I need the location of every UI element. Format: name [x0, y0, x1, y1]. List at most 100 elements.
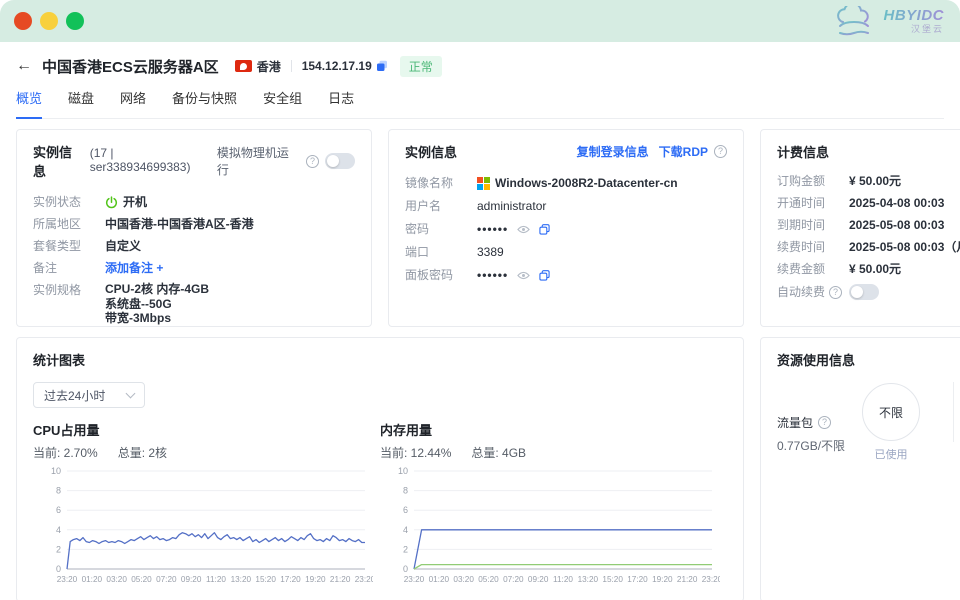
status-badge: 正常: [400, 56, 442, 77]
renew-amount-value: ¥ 50.00元: [849, 261, 901, 277]
sim-physical-toggle[interactable]: [325, 153, 355, 169]
field-label: 所属地区: [33, 216, 105, 232]
memory-usage-chart[interactable]: 024681023:2001:2003:2005:2007:2009:2011:…: [380, 465, 720, 590]
field-label: 端口: [405, 244, 477, 260]
password-value: ••••••: [477, 221, 550, 237]
field-label: 续费时间: [777, 239, 849, 255]
billing-info-panel: 计费信息 订购金额 ¥ 50.00元 开通时间 2025-04-08 00:03…: [760, 129, 960, 327]
resource-panel-title: 资源使用信息: [777, 353, 855, 368]
username-value: administrator: [477, 198, 546, 214]
svg-text:4: 4: [403, 525, 408, 535]
svg-text:09:20: 09:20: [181, 575, 202, 584]
divider: [291, 60, 292, 72]
add-note-link[interactable]: 添加备注 +: [105, 260, 163, 276]
question-circle-icon[interactable]: [829, 286, 842, 299]
tab-backup-snapshot[interactable]: 备份与快照: [172, 88, 237, 118]
tab-security-group[interactable]: 安全组: [263, 88, 302, 118]
sim-physical-label: 模拟物理机运行: [217, 144, 300, 178]
page-header: ← 中国香港ECS云服务器A区 香港 154.12.17.19 正常: [16, 54, 944, 78]
instance-plan-value: 自定义: [105, 238, 141, 254]
svg-text:2: 2: [56, 544, 61, 554]
login-info-panel: 实例信息 复制登录信息 下载RDP 镜像名称 Windows-2008R2-Da…: [388, 129, 744, 327]
svg-text:09:20: 09:20: [528, 575, 549, 584]
instance-status-value: 开机: [105, 194, 147, 210]
info-circle-icon[interactable]: [818, 416, 831, 429]
instance-panel-title: 实例信息: [33, 142, 85, 180]
eye-icon[interactable]: [517, 225, 530, 234]
instance-panel-head: 实例信息 (17 | ser338934699383) 模拟物理机运行: [33, 142, 355, 180]
svg-text:8: 8: [56, 486, 61, 496]
memory-chart-block: 内存用量 当前: 12.44% 总量: 4GB 024681023:2001:2…: [380, 420, 727, 590]
maximize-icon[interactable]: [66, 12, 84, 30]
time-range-value: 过去24小时: [44, 387, 105, 404]
field-label: 镜像名称: [405, 175, 477, 191]
copy-ip-icon[interactable]: [376, 60, 388, 72]
open-time-value: 2025-04-08 00:03: [849, 195, 944, 211]
charts-row: CPU占用量 当前: 2.70% 总量: 2核 024681023:2001:2…: [33, 420, 727, 590]
svg-text:23:20: 23:20: [702, 575, 720, 584]
svg-text:6: 6: [403, 505, 408, 515]
svg-text:4: 4: [56, 525, 61, 535]
tab-logs[interactable]: 日志: [328, 88, 354, 118]
svg-text:23:20: 23:20: [355, 575, 373, 584]
svg-text:21:20: 21:20: [677, 575, 698, 584]
cpu-total-stat: 总量: 2核: [118, 444, 167, 461]
brand-subtitle: 汉堡云: [911, 22, 944, 35]
back-arrow-icon[interactable]: ←: [16, 58, 32, 74]
download-rdp-link[interactable]: 下载RDP: [659, 143, 708, 160]
statistics-panel-title: 统计图表: [33, 353, 85, 368]
time-range-select[interactable]: 过去24小时: [33, 382, 145, 408]
tab-overview[interactable]: 概览: [16, 88, 42, 119]
order-amount-value: ¥ 50.00元: [849, 173, 901, 189]
svg-text:23:20: 23:20: [57, 575, 78, 584]
server-ip: 154.12.17.19: [302, 59, 372, 73]
login-panel-title: 实例信息: [405, 142, 457, 161]
resource-usage-panel: 资源使用信息 流量包 0.77GB/不限 不限 已使用: [760, 337, 960, 600]
minimize-icon[interactable]: [40, 12, 58, 30]
window-titlebar: HBYIDC 汉堡云: [0, 0, 960, 42]
eye-icon[interactable]: [517, 271, 530, 280]
chevron-down-icon: [126, 389, 136, 399]
svg-text:19:20: 19:20: [305, 575, 326, 584]
field-label: 实例状态: [33, 194, 105, 210]
donut-center-label: 不限: [879, 404, 903, 421]
page-title: 中国香港ECS云服务器A区: [42, 56, 219, 77]
expire-time-value: 2025-05-08 00:03: [849, 217, 944, 233]
copy-login-info-link[interactable]: 复制登录信息: [577, 143, 649, 160]
field-label: 开通时间: [777, 195, 849, 211]
field-label: 面板密码: [405, 267, 477, 283]
svg-text:0: 0: [403, 564, 408, 574]
question-circle-icon[interactable]: [714, 145, 727, 158]
field-label: 实例规格: [33, 282, 105, 327]
close-icon[interactable]: [14, 12, 32, 30]
hong-kong-flag-icon: [235, 60, 252, 72]
tab-disk[interactable]: 磁盘: [68, 88, 94, 118]
svg-text:05:20: 05:20: [478, 575, 499, 584]
svg-text:17:20: 17:20: [627, 575, 648, 584]
auto-renew-label-wrap: 自动续费: [777, 284, 849, 300]
svg-text:21:20: 21:20: [330, 575, 351, 584]
svg-text:01:20: 01:20: [429, 575, 450, 584]
tab-network[interactable]: 网络: [120, 88, 146, 118]
panel-row-1: 实例信息 (17 | ser338934699383) 模拟物理机运行 实例状态…: [16, 129, 960, 327]
cpu-usage-chart[interactable]: 024681023:2001:2003:2005:2007:2009:2011:…: [33, 465, 373, 590]
field-label: 续费金额: [777, 261, 849, 277]
svg-text:11:20: 11:20: [206, 575, 226, 584]
field-label: 密码: [405, 221, 477, 237]
auto-renew-toggle[interactable]: [849, 284, 879, 300]
copy-icon[interactable]: [539, 224, 550, 235]
copy-icon[interactable]: [539, 270, 550, 281]
instance-spec-lines: CPU-2核 内存-4GB 系统盘--50G 带宽-3Mbps 防御峰值 - 5…: [105, 282, 210, 327]
region-badge: 香港: [235, 58, 281, 75]
power-icon: [105, 196, 118, 209]
svg-text:19:20: 19:20: [652, 575, 673, 584]
spec-line: CPU-2核 内存-4GB: [105, 282, 210, 297]
cpu-chart-title: CPU占用量: [33, 420, 380, 439]
svg-text:8: 8: [403, 486, 408, 496]
question-circle-icon[interactable]: [306, 155, 319, 168]
brand-logo: HBYIDC 汉堡云: [831, 6, 944, 36]
field-label: 套餐类型: [33, 238, 105, 254]
page-content: ← 中国香港ECS云服务器A区 香港 154.12.17.19 正常 概览 磁盘…: [0, 42, 960, 600]
renew-time-value: 2025-05-08 00:03（月付付）: [849, 239, 960, 255]
svg-text:13:20: 13:20: [578, 575, 599, 584]
